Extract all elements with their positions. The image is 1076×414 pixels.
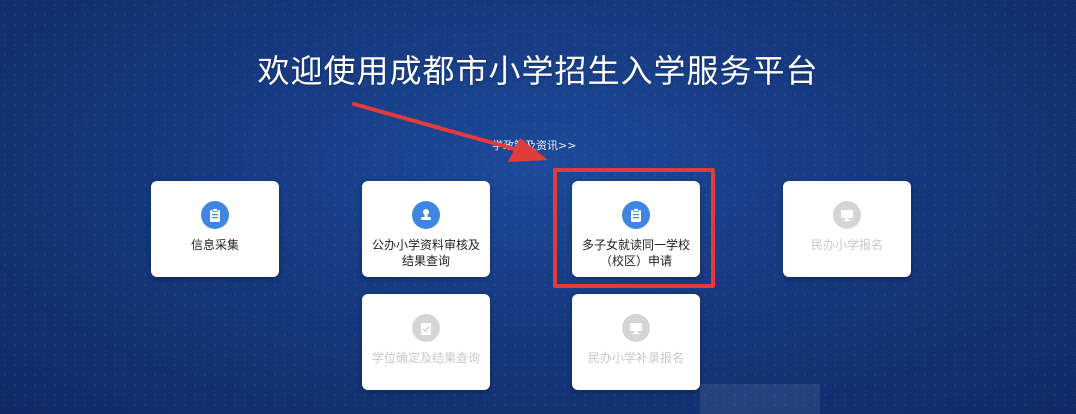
annotation-arrow (352, 102, 548, 162)
